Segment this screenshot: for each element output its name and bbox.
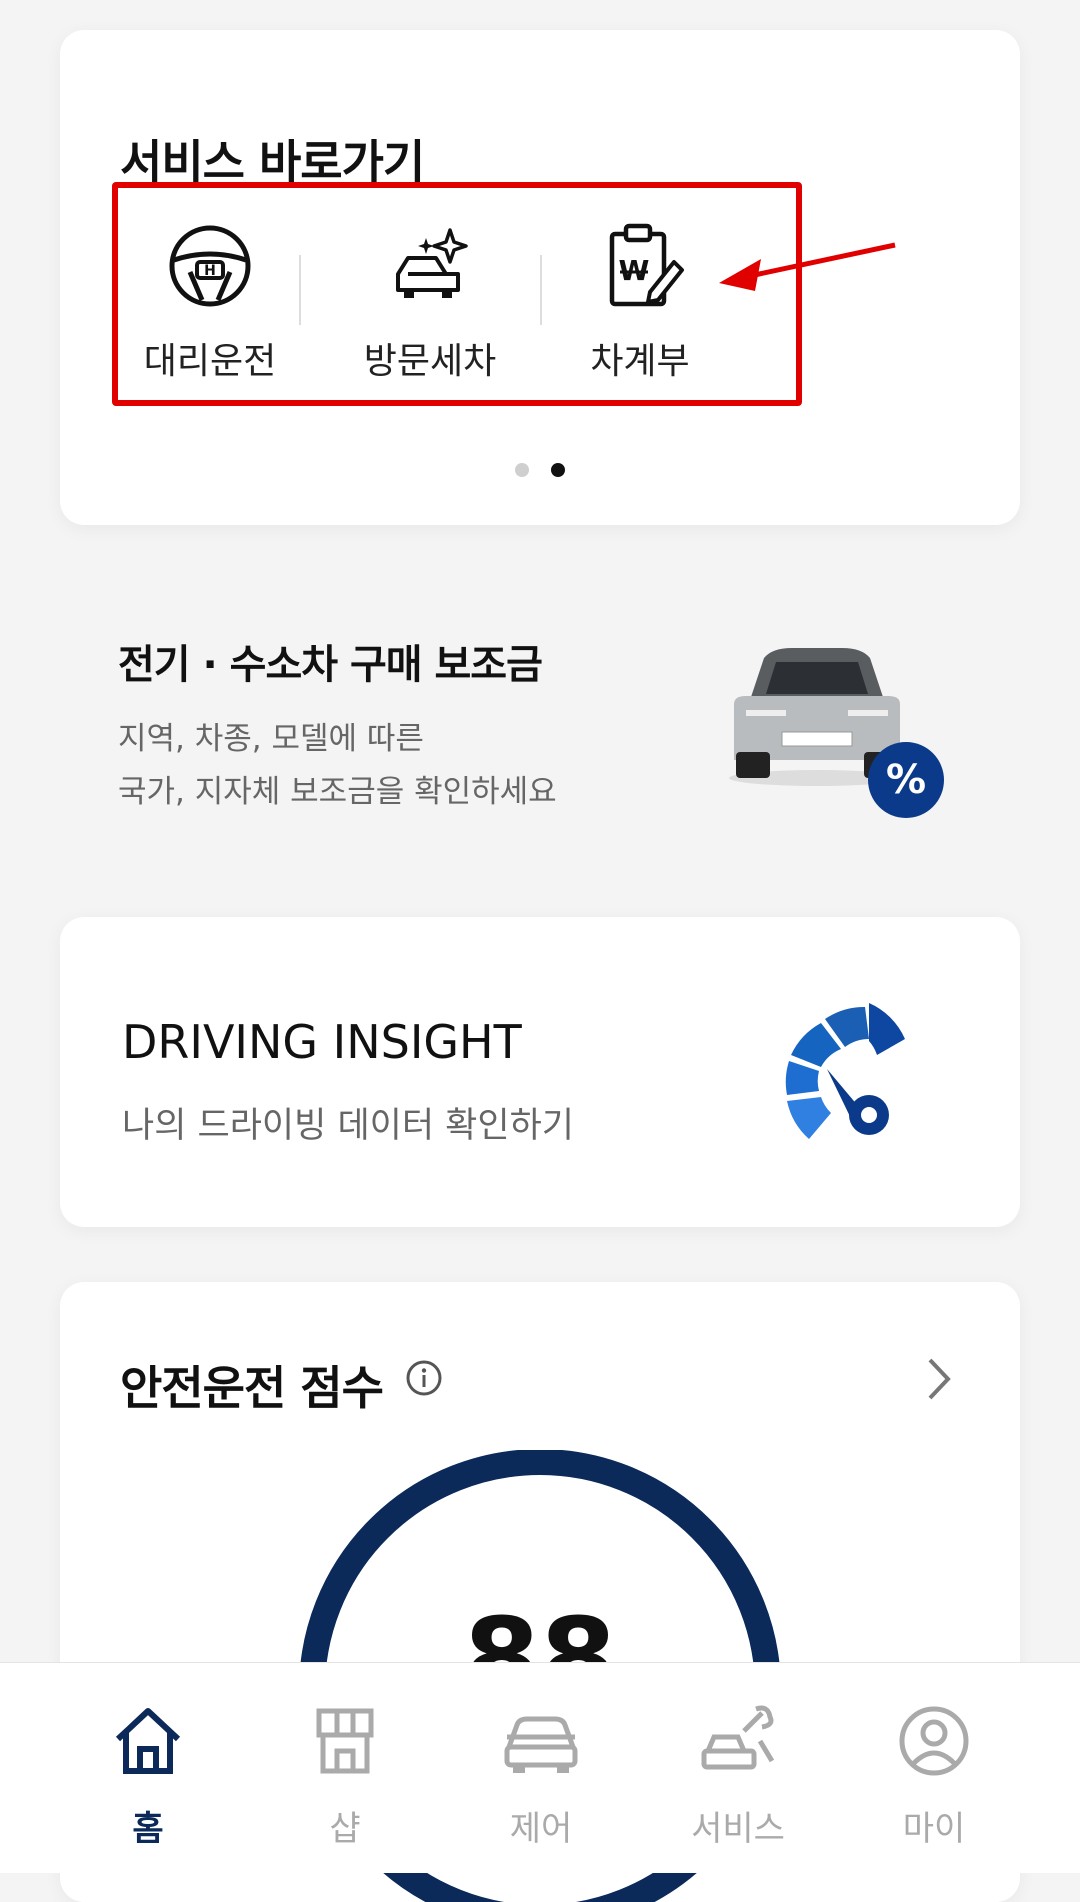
insight-subtitle: 나의 드라이빙 데이터 확인하기 [122,1106,574,1146]
home-icon [115,1708,181,1774]
nav-label: 홈 [132,1809,164,1849]
nav-my[interactable]: 마이 [826,1701,1042,1850]
promo-subtitle: 지역, 차종, 모델에 따른 [118,721,424,757]
speedometer-icon [785,1003,905,1139]
promo-subtitle: 국가, 지자체 보조금을 확인하세요 [118,774,557,810]
nav-control[interactable]: 제어 [433,1701,649,1850]
nav-home[interactable]: 홈 [40,1701,256,1850]
percent-badge: % [868,742,944,818]
nav-service[interactable]: 서비스 [630,1701,846,1850]
nav-label: 제어 [509,1809,573,1849]
driving-insight-card[interactable]: DRIVING INSIGHT 나의 드라이빙 데이터 확인하기 [60,917,1020,1227]
nav-label: 샵 [329,1809,361,1849]
page-dot[interactable] [515,463,530,477]
profile-icon [899,1706,969,1776]
nav-label: 서비스 [691,1809,785,1849]
bottom-navigation: 홈 샵 제어 서비스 마이 [0,1662,1080,1873]
safe-driving-title: 안전운전 점수 [120,1361,384,1415]
nav-shop[interactable]: 샵 [237,1701,453,1850]
insight-title: DRIVING INSIGHT [122,1015,522,1069]
service-wrench-icon [701,1705,775,1770]
page-indicator [60,462,1020,481]
page-dot-active[interactable] [550,463,565,477]
chevron-right-icon[interactable] [920,1354,960,1404]
car-control-icon [504,1716,578,1773]
shop-icon [316,1708,374,1774]
annotation-arrow-icon [719,242,896,291]
promo-title: 전기 · 수소차 구매 보조금 [118,642,543,688]
annotation-highlight-box [112,182,802,406]
nav-label: 마이 [902,1809,966,1849]
info-icon[interactable] [405,1359,443,1397]
